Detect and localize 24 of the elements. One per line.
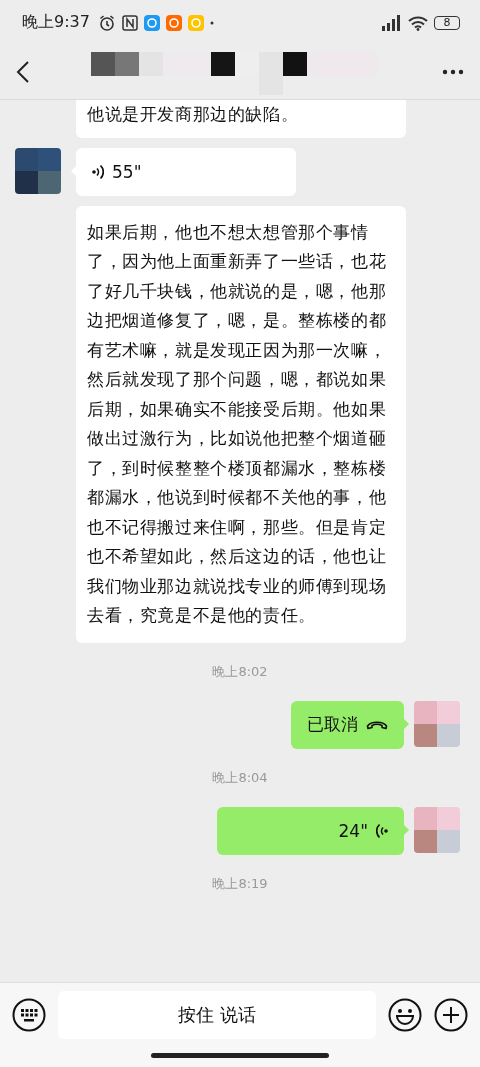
back-icon[interactable] [16, 61, 30, 83]
app-icon [143, 14, 160, 31]
status-time: 晚上9:37 [22, 12, 90, 33]
hold-to-talk-button[interactable]: 按住 说话 [58, 991, 376, 1039]
alarm-clock-icon [97, 13, 116, 32]
battery-icon: 8 [434, 15, 460, 30]
timestamp: 晚上8:02 [212, 662, 268, 681]
timestamp: 晚上8:19 [212, 874, 268, 893]
sound-wave-icon [92, 162, 104, 181]
keyboard-icon[interactable] [12, 998, 46, 1032]
timestamp: 晚上8:04 [212, 768, 268, 787]
sound-wave-icon [376, 821, 388, 840]
signal-icon [380, 14, 402, 31]
message-bubble: 如果后期，他也不想太想管那个事情了，因为他上面重新弄了一些话，也花了好几千块钱，他就说的是，嗯，他那边把烟道修复了，嗯，是。整栋楼的都有艺术嘛，就是发现正因为那一次嘛，然后就发现了那个问题，嗯，都说如果后期，如果确实不能接受后期。他如果做出过激行为，比如说他把整个烟道砸了，到时候整整个楼顶都漏水，整栋楼都漏水，他说到时候都不关他的事，他也不记得搬过来住啊，那些。但是肯定也不希望如此，然后这边的话，他也让我们物业那边就说找专业的师傅到现场去看，究竟是不是他的责任。 [76, 205, 406, 643]
more-icon[interactable] [442, 69, 464, 75]
app-icon [165, 14, 182, 31]
message-bubble: 他说是开发商那边的缺陷。 [76, 100, 406, 138]
nfc-icon [121, 14, 138, 31]
phone-hangup-icon [366, 719, 388, 730]
plus-icon[interactable] [434, 998, 468, 1032]
wifi-icon [408, 14, 428, 31]
dot-icon [209, 20, 214, 25]
emoji-icon[interactable] [388, 998, 422, 1032]
app-icon [187, 14, 204, 31]
